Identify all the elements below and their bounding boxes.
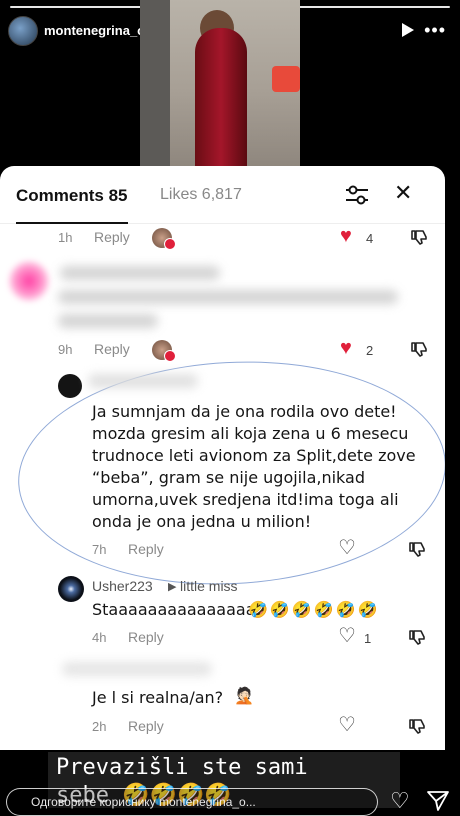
video-background [140, 0, 170, 166]
comments-tabs: Comments 85 Likes 6,817 ✕ [0, 166, 445, 224]
comment-username[interactable]: Usher223 [92, 578, 153, 594]
reply-button[interactable]: Reply [94, 341, 130, 357]
comment-time: 4h [92, 630, 107, 645]
reply-arrow-icon: ▶ [168, 581, 177, 593]
comment-time: 1h [58, 230, 73, 245]
story-reply-input[interactable]: Одговорите кориснику montenegrina_o... [6, 788, 378, 816]
like-count: 1 [364, 631, 372, 646]
comment-text-line: Ja sumnjam da je ona rodila ovo dete! [92, 402, 397, 421]
comment-text-line: “beba”, gram se nije ugojila,nikad [92, 468, 365, 487]
blurred-comment-line [58, 290, 398, 304]
comment-emojis: 🤦🏻 [234, 688, 256, 705]
blurred-username [60, 266, 220, 280]
close-icon[interactable]: ✕ [394, 180, 412, 206]
comment-text-line: trudnoce leti avionom za Split,dete zove [92, 446, 416, 465]
avatar[interactable] [8, 16, 38, 46]
comment-time: 2h [92, 719, 107, 734]
reply-to-username[interactable]: little miss [180, 578, 238, 594]
dislike-icon[interactable] [408, 628, 426, 646]
play-icon[interactable] [402, 23, 414, 37]
like-heart-icon[interactable]: ♡ [338, 538, 356, 558]
blurred-username [62, 662, 212, 676]
comment-time: 7h [92, 542, 107, 557]
story-footer: Одговорите кориснику montenegrina_o... ♡ [0, 784, 460, 816]
filter-icon[interactable] [344, 184, 370, 206]
dislike-icon[interactable] [408, 717, 426, 735]
reply-button[interactable]: Reply [128, 541, 164, 557]
comment-text-line: onda je ona jedna u milion! [92, 512, 312, 531]
blurred-avatar [8, 260, 50, 302]
blurred-username [88, 374, 198, 388]
comment-text: Je l si realna/an? [92, 688, 224, 707]
comment-text-line: umorna,uvek sredjena itd!ima toga ali [92, 490, 399, 509]
send-icon[interactable] [426, 790, 450, 812]
dislike-icon[interactable] [410, 340, 428, 358]
comment-emojis: 🤣🤣🤣🤣🤣🤣 [248, 602, 380, 619]
comment-time: 9h [58, 342, 73, 357]
tab-active-indicator [16, 222, 128, 224]
dislike-icon[interactable] [410, 228, 428, 246]
reply-button[interactable]: Reply [94, 229, 130, 245]
comment-text-line: mozda gresim ali koja zena u 6 mesecu [92, 424, 409, 443]
video-gift-box [272, 66, 300, 92]
blurred-comment-line [58, 314, 158, 328]
like-heart-icon[interactable]: ♡ [338, 715, 356, 735]
overlay-line: Prevazišli ste sami [56, 755, 308, 780]
creator-liked-avatar [152, 228, 176, 250]
like-story-heart-icon[interactable]: ♡ [390, 788, 410, 814]
tab-comments[interactable]: Comments 85 [16, 186, 127, 206]
reply-button[interactable]: Reply [128, 718, 164, 734]
video-person-dress [195, 28, 247, 166]
like-heart-icon[interactable]: ♥ [340, 338, 352, 358]
video-thumbnail [140, 0, 300, 166]
commenter-avatar[interactable] [58, 576, 84, 602]
tab-likes[interactable]: Likes 6,817 [160, 186, 242, 204]
story-username[interactable]: montenegrina_o [44, 23, 145, 38]
reply-button[interactable]: Reply [128, 629, 164, 645]
comments-panel: Comments 85 Likes 6,817 ✕ 1h Reply ♥ 4 9… [0, 166, 445, 750]
creator-liked-avatar [152, 340, 176, 362]
like-heart-icon[interactable]: ♥ [340, 226, 352, 246]
comment-text: Staaaaaaaaaaaaaaa [92, 600, 256, 619]
like-heart-icon[interactable]: ♡ [338, 626, 356, 646]
like-count: 4 [366, 231, 374, 246]
dislike-icon[interactable] [408, 540, 426, 558]
more-options-icon[interactable]: ••• [424, 20, 446, 41]
commenter-avatar[interactable] [58, 374, 82, 398]
like-count: 2 [366, 343, 374, 358]
